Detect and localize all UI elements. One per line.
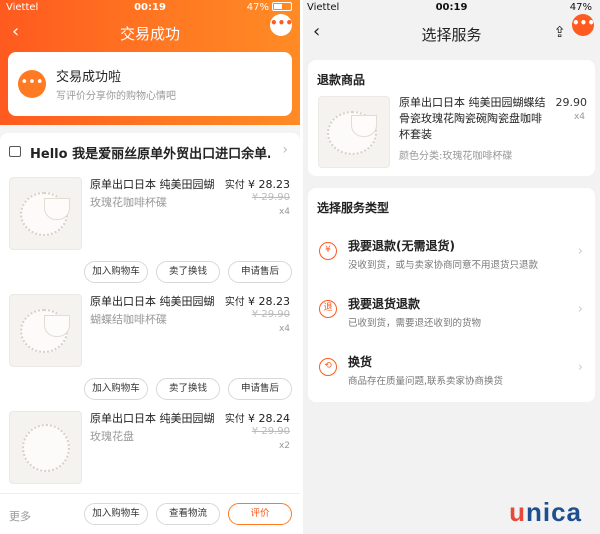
success-subtitle: 写评价分享你的购物心情吧	[56, 91, 176, 102]
exchange-icon: ⟲	[319, 358, 337, 376]
return-icon: 退	[319, 300, 337, 318]
original-price: ¥ 29.90	[251, 309, 290, 320]
chevron-right-icon: ›	[282, 142, 288, 158]
service-option-refund-only[interactable]: ¥ 我要退款(无需退货) 没收到货，或与卖家协商同意不用退货只退款 ›	[308, 234, 595, 284]
view-logistics-button[interactable]: 查看物流	[156, 503, 220, 525]
option-description: 没收到货，或与卖家协商同意不用退货只退款	[348, 260, 539, 271]
select-service-screen: Viettel 00:19 47% ‹ 选择服务 ⇪ ••• 退款商品 原单出口…	[303, 0, 600, 534]
add-to-cart-button[interactable]: 加入购物车	[84, 378, 148, 400]
paid-price: 实付 ¥ 28.23	[224, 178, 290, 191]
section-heading: 选择服务类型	[317, 201, 390, 215]
option-title: 换货	[348, 355, 373, 369]
service-type-card: 选择服务类型 ¥ 我要退款(无需退货) 没收到货，或与卖家协商同意不用退货只退款…	[308, 188, 595, 402]
battery-indicator: 47%	[569, 2, 592, 13]
order-item[interactable]: 原单出口日本 纯美田园蝴 玫瑰花咖啡杯碟 实付 ¥ 28.23 ¥ 29.90 …	[0, 173, 300, 290]
page-title: 交易成功	[119, 25, 180, 43]
shop-order-card: Hello 我是爱丽丝原单外贸出口进口余单… › 原单出口日本 纯美田园蝴 玫瑰…	[0, 133, 300, 493]
product-variant: 玫瑰花盘	[90, 430, 134, 443]
add-to-cart-button[interactable]: 加入购物车	[84, 261, 148, 283]
original-price: ¥ 29.90	[251, 426, 290, 437]
share-icon[interactable]: ⇪	[553, 23, 566, 41]
product-name: 原单出口日本 纯美田园蝴	[90, 295, 215, 308]
nav-bar: ‹ 交易成功 •••	[0, 14, 300, 46]
service-option-return-refund[interactable]: 退 我要退货退款 已收到货，需要退还收到的货物 ›	[308, 292, 595, 342]
refund-goods-card: 退款商品 原单出口日本 纯美田园蝴蝶结骨瓷玫瑰花陶瓷碗陶瓷盘咖啡杯套装 颜色分类…	[308, 60, 595, 176]
product-variant: 玫瑰花咖啡杯碟	[90, 196, 167, 209]
product-variant: 蝴蝶结咖啡杯碟	[90, 313, 167, 326]
quantity: x4	[278, 207, 290, 217]
product-image[interactable]	[9, 411, 82, 484]
success-title: 交易成功啦	[56, 70, 122, 85]
status-bar: Viettel 00:19 47%	[0, 0, 300, 16]
quantity: x2	[278, 441, 290, 451]
order-item[interactable]: 原单出口日本 纯美田园蝴 蝴蝶结咖啡杯碟 实付 ¥ 28.23 ¥ 29.90 …	[0, 290, 300, 407]
review-button[interactable]: 评价	[228, 503, 292, 525]
original-price: ¥ 29.90	[251, 192, 290, 203]
product-name: 原单出口日本 纯美田园蝴	[90, 412, 215, 425]
resell-button[interactable]: 卖了换钱	[156, 261, 220, 283]
product-image[interactable]	[9, 177, 82, 250]
nav-bar: ‹ 选择服务 ⇪ •••	[303, 14, 600, 48]
chevron-right-icon: ›	[577, 244, 583, 259]
battery-indicator: 47%	[247, 2, 292, 13]
paid-price: 实付 ¥ 28.23	[224, 295, 290, 308]
refund-icon: ¥	[319, 242, 337, 260]
after-sale-button[interactable]: 申请售后	[228, 261, 292, 283]
product-price: 29.90	[555, 96, 588, 109]
option-title: 我要退货退款	[348, 297, 421, 311]
quantity: x4	[278, 324, 290, 334]
shop-header[interactable]: Hello 我是爱丽丝原单外贸出口进口余单… ›	[0, 133, 300, 169]
shop-icon	[9, 146, 21, 157]
option-title: 我要退款(无需退货)	[348, 239, 455, 253]
shop-name: Hello 我是爱丽丝原单外贸出口进口余单…	[30, 147, 270, 162]
chevron-right-icon: ›	[577, 360, 583, 375]
more-link[interactable]: 更多	[9, 508, 31, 524]
product-name: 原单出口日本 纯美田园蝴蝶结骨瓷玫瑰花陶瓷碗陶瓷盘咖啡杯套装	[399, 96, 546, 141]
quantity: x4	[573, 112, 585, 122]
status-bar: Viettel 00:19 47%	[303, 0, 600, 16]
add-to-cart-button[interactable]: 加入购物车	[84, 503, 148, 525]
more-icon[interactable]: •••	[572, 14, 595, 36]
unica-logo: unica	[509, 497, 582, 527]
option-description: 商品存在质量问题,联系卖家协商换货	[348, 376, 504, 387]
service-option-exchange[interactable]: ⟲ 换货 商品存在质量问题,联系卖家协商换货 ›	[308, 350, 595, 400]
chat-bubble-icon: •••	[18, 70, 46, 98]
product-image[interactable]	[9, 294, 82, 367]
product-name: 原单出口日本 纯美田园蝴	[90, 178, 215, 191]
section-heading: 退款商品	[317, 73, 366, 87]
bottom-action-bar: 更多 加入购物车 查看物流 评价	[0, 493, 300, 534]
product-image	[318, 96, 390, 168]
product-variant: 颜色分类:玫瑰花咖啡杯碟	[399, 151, 513, 162]
option-description: 已收到货，需要退还收到的货物	[348, 318, 482, 329]
after-sale-button[interactable]: 申请售后	[228, 378, 292, 400]
chevron-right-icon: ›	[577, 302, 583, 317]
order-detail-screen: Viettel 00:19 47% ‹ 交易成功 ••• ••• 交易成功啦 写…	[0, 0, 300, 534]
resell-button[interactable]: 卖了换钱	[156, 378, 220, 400]
battery-icon	[272, 2, 292, 11]
more-icon[interactable]: •••	[270, 14, 293, 36]
clock: 00:19	[435, 2, 468, 13]
paid-price: 实付 ¥ 28.24	[224, 412, 290, 425]
success-banner[interactable]: ••• 交易成功啦 写评价分享你的购物心情吧	[8, 52, 292, 116]
